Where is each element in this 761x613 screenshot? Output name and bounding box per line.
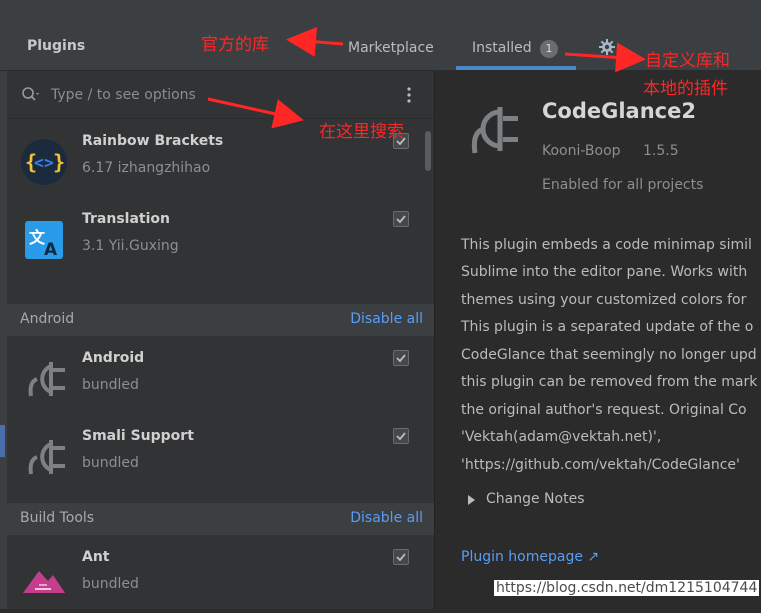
annotation-official-library: 官方的库	[201, 35, 269, 55]
arrow-official	[286, 26, 344, 57]
annotation-search-here: 在这里搜索	[319, 122, 404, 142]
annotation-custom-library: 自定义库和	[645, 51, 730, 71]
watermark: https://blog.csdn.net/dm1215104744	[494, 580, 760, 596]
arrow-custom	[564, 42, 646, 73]
arrow-search	[207, 97, 304, 129]
annotation-local-plugins: 本地的插件	[643, 79, 728, 99]
